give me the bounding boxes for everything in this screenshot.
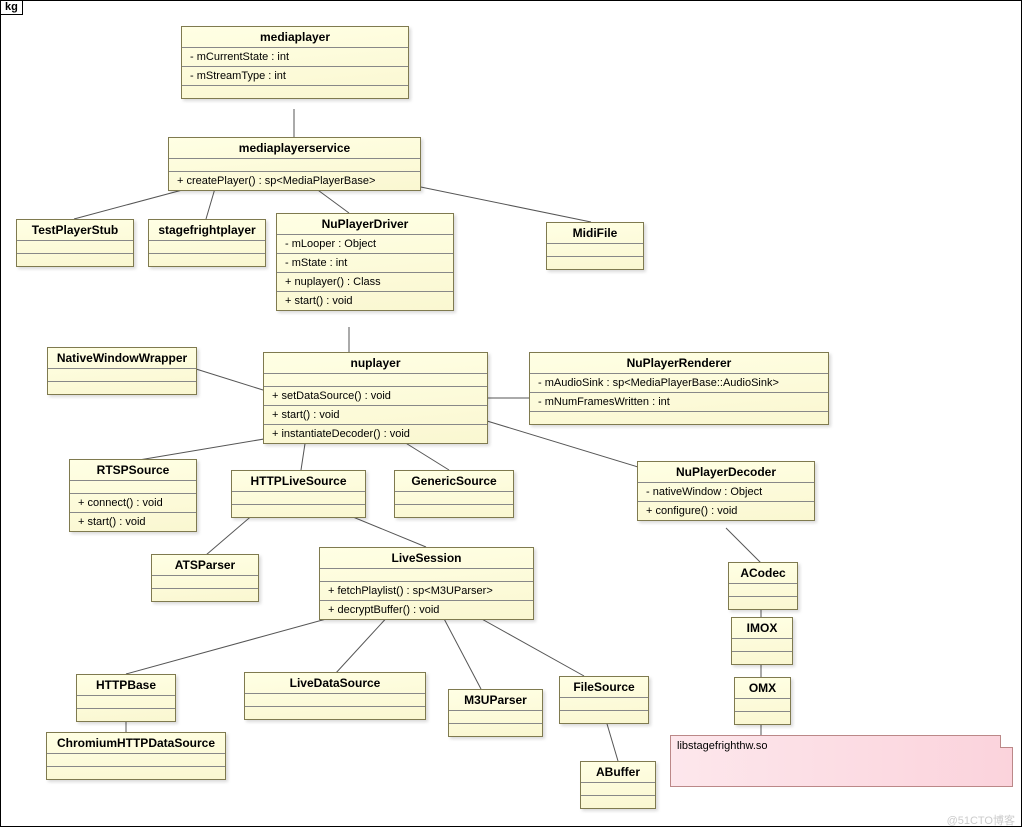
class-rtspsource: RTSPSource + connect() : void + start() … [69,459,197,532]
class-nativewindowwrapper: NativeWindowWrapper [47,347,197,395]
class-m3uparser: M3UParser [448,689,543,737]
class-abuffer: ABuffer [580,761,656,809]
op: + createPlayer() : sp<MediaPlayerBase> [169,172,420,190]
attr: - mCurrentState : int [182,48,408,67]
class-atsparser: ATSParser [151,554,259,602]
class-name: M3UParser [449,690,542,711]
class-omx: OMX [734,677,791,725]
class-midifile: MidiFile [546,222,644,270]
note-text: libstagefrighthw.so [677,740,768,752]
class-testplayerstub: TestPlayerStub [16,219,134,267]
class-filesource: FileSource [559,676,649,724]
attr: - mStreamType : int [182,67,408,86]
class-name: GenericSource [395,471,513,492]
class-nuplayer: nuplayer + setDataSource() : void + star… [263,352,488,444]
class-name: ACodec [729,563,797,584]
op: + setDataSource() : void [264,387,487,406]
class-name: mediaplayerservice [169,138,420,159]
class-name: FileSource [560,677,648,698]
class-name: LiveDataSource [245,673,425,694]
class-name: mediaplayer [182,27,408,48]
op: + instantiateDecoder() : void [264,425,487,443]
attr: - mNumFramesWritten : int [530,393,828,412]
class-nuplayerdecoder: NuPlayerDecoder - nativeWindow : Object … [637,461,815,521]
class-name: OMX [735,678,790,699]
watermark: @51CTO博客 [947,812,1015,828]
package-label: kg [1,1,23,15]
class-name: NuPlayerDecoder [638,462,814,483]
diagram-canvas: kg mediaplayer - mCurrentState : int - m… [0,0,1022,827]
op: + fetchPlaylist() : sp<M3UParser> [320,582,533,601]
class-nuplayerrenderer: NuPlayerRenderer - mAudioSink : sp<Media… [529,352,829,425]
class-name: ATSParser [152,555,258,576]
class-mediaplayerservice: mediaplayerservice + createPlayer() : sp… [168,137,421,191]
op: + decryptBuffer() : void [320,601,533,619]
attr: - mState : int [277,254,453,273]
op: + nuplayer() : Class [277,273,453,292]
class-name: nuplayer [264,353,487,374]
note-libstagefrighthw: libstagefrighthw.so [670,735,1013,787]
class-name: LiveSession [320,548,533,569]
class-name: MidiFile [547,223,643,244]
class-mediaplayer: mediaplayer - mCurrentState : int - mStr… [181,26,409,99]
class-name: TestPlayerStub [17,220,133,241]
op: + connect() : void [70,494,196,513]
class-name: HTTPBase [77,675,175,696]
class-name: NuPlayerRenderer [530,353,828,374]
op: + start() : void [264,406,487,425]
op: + start() : void [277,292,453,310]
attr: - mAudioSink : sp<MediaPlayerBase::Audio… [530,374,828,393]
class-genericsource: GenericSource [394,470,514,518]
class-acodec: ACodec [728,562,798,610]
attr: - nativeWindow : Object [638,483,814,502]
class-name: ABuffer [581,762,655,783]
class-name: NuPlayerDriver [277,214,453,235]
class-stagefrightplayer: stagefrightplayer [148,219,266,267]
class-nuplayerdriver: NuPlayerDriver - mLooper : Object - mSta… [276,213,454,311]
class-httplivesource: HTTPLiveSource [231,470,366,518]
class-imox: IMOX [731,617,793,665]
class-httpbase: HTTPBase [76,674,176,722]
class-name: RTSPSource [70,460,196,481]
class-name: stagefrightplayer [149,220,265,241]
class-name: ChromiumHTTPDataSource [47,733,225,754]
op: + start() : void [70,513,196,531]
class-name: IMOX [732,618,792,639]
attr: - mLooper : Object [277,235,453,254]
class-chromiumhttpdatasource: ChromiumHTTPDataSource [46,732,226,780]
class-livedatasource: LiveDataSource [244,672,426,720]
class-livesession: LiveSession + fetchPlaylist() : sp<M3UPa… [319,547,534,620]
class-name: NativeWindowWrapper [48,348,196,369]
class-name: HTTPLiveSource [232,471,365,492]
op: + configure() : void [638,502,814,520]
